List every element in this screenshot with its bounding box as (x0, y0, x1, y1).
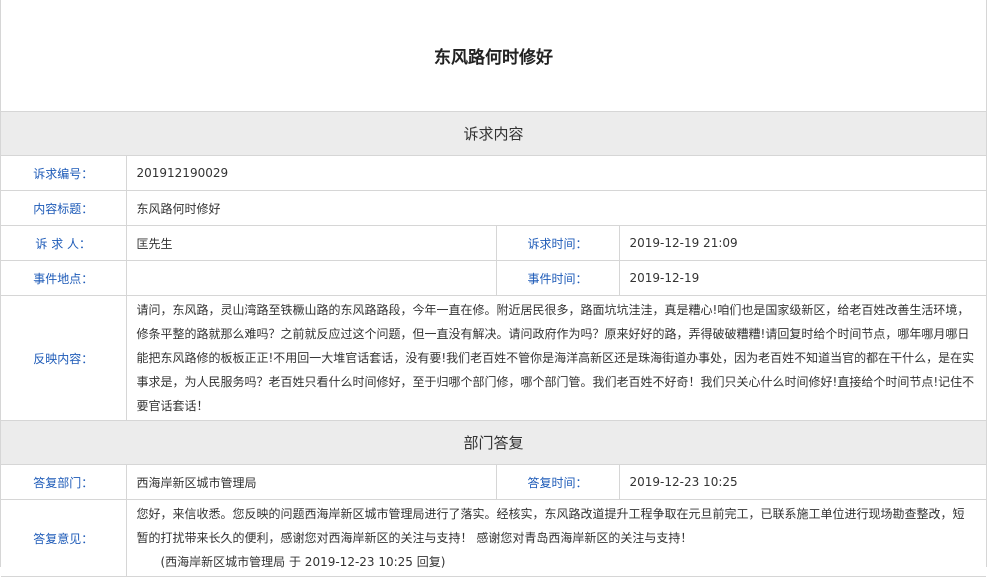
complaint-time-value: 2019-12-19 21:09 (619, 225, 986, 261)
event-time-label: 事件时间： (496, 260, 620, 296)
complaint-id-value: 201912190029 (126, 156, 986, 191)
reply-opinion-value: 您好，来信收悉。您反映的问题西海岸新区城市管理局进行了落实。经核实，东风路改道提… (136, 507, 965, 545)
reply-dept-label: 答复部门： (1, 465, 127, 500)
title-row: 东风路何时修好 (1, 0, 986, 112)
table-row: 诉 求 人： 匡先生 诉求时间： 2019-12-19 21:09 (1, 225, 986, 261)
reply-opinion-label: 答复意见： (1, 499, 127, 577)
location-value (126, 260, 497, 296)
page-title: 东风路何时修好 (434, 48, 553, 68)
complainant-value: 匡先生 (126, 225, 497, 261)
section-header-complaint: 诉求内容 (1, 112, 986, 156)
subject-value: 东风路何时修好 (126, 190, 986, 226)
reply-time-label: 答复时间： (496, 465, 620, 500)
content-value: 请问，东风路，灵山湾路至铁橛山路的东风路路段，今年一直在修。附近居民很多，路面坑… (126, 295, 986, 421)
complaint-table: 诉求编号： 201912190029 内容标题： 东风路何时修好 诉 求 人： … (1, 156, 986, 421)
location-label: 事件地点： (1, 260, 127, 296)
complaint-time-label: 诉求时间： (496, 225, 620, 261)
reply-dept-value: 西海岸新区城市管理局 (126, 465, 497, 500)
reply-table: 答复部门： 西海岸新区城市管理局 答复时间： 2019-12-23 10:25 … (1, 465, 986, 577)
table-row: 答复意见： 您好，来信收悉。您反映的问题西海岸新区城市管理局进行了落实。经核实，… (1, 499, 986, 577)
reply-time-value: 2019-12-23 10:25 (619, 465, 986, 500)
table-row: 答复部门： 西海岸新区城市管理局 答复时间： 2019-12-23 10:25 (1, 465, 986, 500)
complaint-id-label: 诉求编号： (1, 156, 127, 191)
event-time-value: 2019-12-19 (619, 260, 986, 296)
complainant-label: 诉 求 人： (1, 225, 127, 261)
section-header-reply: 部门答复 (1, 421, 986, 465)
table-row: 内容标题： 东风路何时修好 (1, 190, 986, 226)
table-row: 反映内容： 请问，东风路，灵山湾路至铁橛山路的东风路路段，今年一直在修。附近居民… (1, 295, 986, 421)
content-label: 反映内容： (1, 295, 127, 421)
table-row: 事件地点： 事件时间： 2019-12-19 (1, 260, 986, 296)
table-row: 诉求编号： 201912190029 (1, 156, 986, 191)
reply-opinion-cell: 您好，来信收悉。您反映的问题西海岸新区城市管理局进行了落实。经核实，东风路改道提… (126, 499, 986, 577)
complaint-detail-page: 东风路何时修好 诉求内容 诉求编号： 201912190029 内容标题： 东风… (0, 0, 987, 577)
reply-signature: (西海岸新区城市管理局 于 2019-12-23 10:25 回复) (160, 555, 446, 569)
subject-label: 内容标题： (1, 190, 127, 226)
